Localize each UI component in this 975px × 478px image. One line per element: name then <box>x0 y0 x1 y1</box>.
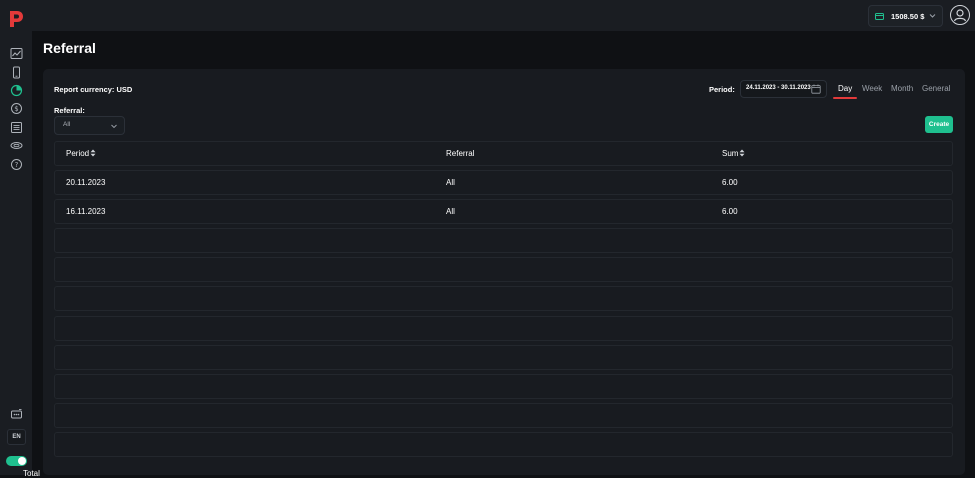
table-row: 20.11.2023 All 6.00 <box>54 170 953 195</box>
page-title: Referral <box>43 40 96 56</box>
empty-table-row <box>54 403 953 428</box>
column-header-label: Period <box>66 149 90 158</box>
column-header-referral: Referral <box>446 149 475 158</box>
table-header-row: Period Referral Sum <box>54 141 953 166</box>
empty-table-row <box>54 345 953 370</box>
empty-table-row <box>54 228 953 253</box>
list-icon[interactable] <box>8 119 24 135</box>
column-header-period[interactable]: Period <box>66 149 96 158</box>
dollar-icon[interactable]: $ <box>8 100 24 116</box>
balance-amount: 1508.50 $ <box>891 11 925 21</box>
referral-select-value: All <box>63 121 71 128</box>
language-selector[interactable]: EN <box>7 429 26 445</box>
date-range-value: 24.11.2023 - 30.11.2023 <box>746 85 811 91</box>
cell-sum: 6.00 <box>722 207 738 216</box>
sidebar: $ ? EN <box>0 0 32 475</box>
cell-referral: All <box>446 207 455 216</box>
theme-toggle[interactable] <box>6 456 27 466</box>
sort-icon <box>739 149 745 157</box>
empty-table-row <box>54 286 953 311</box>
avatar[interactable] <box>950 5 970 25</box>
referral-select[interactable]: All <box>54 116 125 135</box>
pie-chart-icon[interactable] <box>8 82 24 98</box>
chevron-down-icon <box>111 124 117 129</box>
cell-period: 20.11.2023 <box>66 178 106 187</box>
empty-table-row <box>54 257 953 282</box>
chart-icon[interactable] <box>8 45 24 61</box>
report-currency: Report currency: USD <box>54 85 133 94</box>
empty-table-row <box>54 432 953 457</box>
tab-month[interactable]: Month <box>891 84 913 93</box>
table-row: 16.11.2023 All 6.00 <box>54 199 953 224</box>
svg-text:$: $ <box>14 105 18 113</box>
chevron-down-icon <box>929 14 936 18</box>
app: $ ? EN 1508.50 $ Referral Report currenc… <box>0 0 975 478</box>
column-header-sum[interactable]: Sum <box>722 149 745 158</box>
empty-table-row <box>54 374 953 399</box>
active-tab-indicator <box>833 97 857 99</box>
total-label: Total <box>23 469 40 478</box>
tab-general[interactable]: General <box>922 84 950 93</box>
cell-sum: 6.00 <box>722 178 738 187</box>
balance-dropdown[interactable]: 1508.50 $ <box>868 5 943 27</box>
cell-referral: All <box>446 178 455 187</box>
support-icon[interactable] <box>8 406 24 422</box>
tab-day[interactable]: Day <box>838 84 852 93</box>
sort-icon <box>90 149 96 157</box>
period-label: Period: <box>709 85 735 94</box>
empty-table-row <box>54 316 953 341</box>
layers-icon[interactable] <box>8 137 24 153</box>
date-range-input[interactable]: 24.11.2023 - 30.11.2023 <box>740 80 827 98</box>
tab-week[interactable]: Week <box>862 84 882 93</box>
column-header-label: Sum <box>722 149 739 158</box>
calendar-icon <box>811 84 821 94</box>
cell-period: 16.11.2023 <box>66 207 106 216</box>
svg-text:?: ? <box>14 161 18 169</box>
report-card: Report currency: USD Referral: All Perio… <box>43 69 965 475</box>
phone-icon[interactable] <box>8 64 24 80</box>
user-icon <box>953 9 967 22</box>
referral-label: Referral: <box>54 106 85 115</box>
logo-icon[interactable] <box>8 9 24 29</box>
help-icon[interactable]: ? <box>8 156 24 172</box>
create-button[interactable]: Create <box>925 116 953 133</box>
top-bar <box>32 0 975 31</box>
wallet-icon <box>875 12 884 20</box>
